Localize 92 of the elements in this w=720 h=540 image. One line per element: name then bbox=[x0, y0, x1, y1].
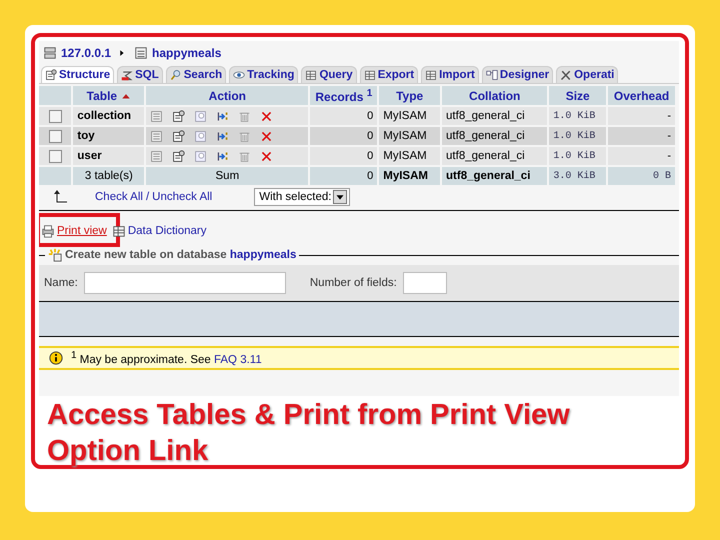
table-cell: - bbox=[608, 107, 675, 125]
column-header[interactable]: Size bbox=[549, 86, 606, 105]
field-label: Name: bbox=[44, 277, 78, 289]
with-selected-dropdown[interactable]: With selected: bbox=[254, 188, 350, 206]
table-cell bbox=[39, 167, 72, 185]
tools-icon bbox=[560, 69, 572, 81]
server-link[interactable]: 127.0.0.1 bbox=[61, 46, 112, 60]
insert-icon[interactable] bbox=[216, 150, 230, 162]
delete-icon[interactable] bbox=[260, 110, 274, 122]
table-cell: 1.0 KiB bbox=[549, 147, 606, 165]
diagram-icon bbox=[486, 69, 498, 81]
caret-icon bbox=[333, 190, 348, 204]
table-cell: - bbox=[608, 147, 675, 165]
header-cell bbox=[39, 86, 72, 105]
database-icon bbox=[134, 46, 148, 60]
checkbox[interactable] bbox=[48, 130, 62, 142]
column-header[interactable]: Table bbox=[73, 86, 144, 105]
tab[interactable]: Designer bbox=[482, 66, 554, 83]
table-cell: MyISAM bbox=[379, 147, 440, 165]
structure-icon[interactable] bbox=[172, 110, 186, 122]
legend-text: Create new table on database happymeals bbox=[65, 249, 296, 261]
table-cell: MyISAM bbox=[379, 107, 440, 125]
sql-icon bbox=[121, 69, 134, 81]
column-header[interactable]: Records $^{1}$ bbox=[310, 86, 378, 105]
table-icon bbox=[364, 69, 376, 81]
search-icon[interactable] bbox=[194, 150, 208, 162]
separator-text: / bbox=[146, 191, 150, 203]
tab[interactable]: Search bbox=[166, 66, 226, 83]
table-cell: utf8_general_ci bbox=[442, 167, 548, 185]
check-all-link[interactable]: Check All bbox=[95, 191, 143, 203]
table-cell: MyISAM bbox=[379, 167, 440, 185]
table-cell: - bbox=[608, 127, 675, 145]
eye-icon bbox=[233, 69, 246, 81]
tab[interactable]: Import bbox=[421, 66, 479, 83]
table-cell: 0 bbox=[310, 147, 378, 165]
insert-icon[interactable] bbox=[216, 110, 230, 122]
table-icon bbox=[305, 69, 318, 81]
table-cell: 0 bbox=[310, 167, 378, 185]
notice-text: $^{1}$ May be approximate. See FAQ 3.11 bbox=[71, 350, 262, 366]
table-cell: 3.0 KiB bbox=[549, 167, 606, 185]
table-cell: utf8_general_ci bbox=[442, 107, 548, 125]
link[interactable]: Data Dictionary bbox=[128, 225, 206, 237]
slide-title: Access Tables & Print from Print View Option Link bbox=[46, 398, 571, 469]
checkbox[interactable] bbox=[48, 110, 62, 122]
search-icon[interactable] bbox=[194, 110, 208, 122]
table-cell: 0 bbox=[310, 107, 378, 125]
table-icon bbox=[425, 69, 438, 81]
tab[interactable]: SQL bbox=[117, 66, 163, 83]
uncheck-all-link[interactable]: Uncheck All bbox=[152, 191, 212, 203]
search-icon bbox=[170, 69, 182, 81]
column-header[interactable]: Action bbox=[146, 86, 308, 105]
table-cell: 1.0 KiB bbox=[549, 107, 606, 125]
table-cell: 3 table(s) bbox=[73, 167, 144, 185]
table-cell: 0 bbox=[310, 127, 378, 145]
server-icon bbox=[43, 46, 57, 60]
browse-icon[interactable] bbox=[150, 110, 164, 122]
table-cell: toy bbox=[73, 127, 144, 145]
tab[interactable]: Query bbox=[301, 66, 357, 83]
table-cell: 0 B bbox=[608, 167, 675, 185]
tab[interactable]: Tracking bbox=[229, 66, 298, 83]
fields-input[interactable] bbox=[402, 272, 447, 294]
faq-link[interactable]: FAQ 3.11 bbox=[214, 354, 262, 366]
new-table-icon bbox=[48, 248, 62, 262]
column-header[interactable]: Collation bbox=[442, 86, 548, 105]
field-label: Number of fields: bbox=[310, 277, 397, 289]
browse-icon[interactable] bbox=[150, 130, 164, 142]
table-icon bbox=[112, 224, 126, 238]
tab[interactable]: Export bbox=[360, 66, 418, 83]
table-cell: MyISAM bbox=[379, 127, 440, 145]
table-cell: user bbox=[73, 147, 144, 165]
delete-icon[interactable] bbox=[260, 150, 274, 162]
database-link[interactable]: happymeals bbox=[152, 46, 222, 60]
tab[interactable]: Operati bbox=[556, 66, 618, 83]
table-cell: utf8_general_ci bbox=[442, 127, 548, 145]
delete-icon[interactable] bbox=[260, 130, 274, 142]
tab[interactable]: Structure bbox=[41, 66, 114, 83]
checkbox[interactable] bbox=[48, 150, 62, 162]
insert-icon[interactable] bbox=[216, 130, 230, 142]
browse-icon[interactable] bbox=[150, 150, 164, 162]
structure-icon bbox=[45, 69, 57, 81]
search-icon[interactable] bbox=[194, 130, 208, 142]
structure-icon[interactable] bbox=[172, 130, 186, 142]
name-input[interactable] bbox=[84, 272, 286, 294]
column-header[interactable]: Overhead bbox=[608, 86, 675, 105]
table-cell: Sum bbox=[146, 167, 308, 185]
column-header[interactable]: Type bbox=[379, 86, 440, 105]
table-cell: utf8_general_ci bbox=[442, 147, 548, 165]
info-icon bbox=[49, 350, 63, 365]
link[interactable]: Print view bbox=[57, 225, 107, 237]
structure-icon[interactable] bbox=[172, 150, 186, 162]
table-cell: 1.0 KiB bbox=[549, 127, 606, 145]
table-cell: collection bbox=[73, 107, 144, 125]
